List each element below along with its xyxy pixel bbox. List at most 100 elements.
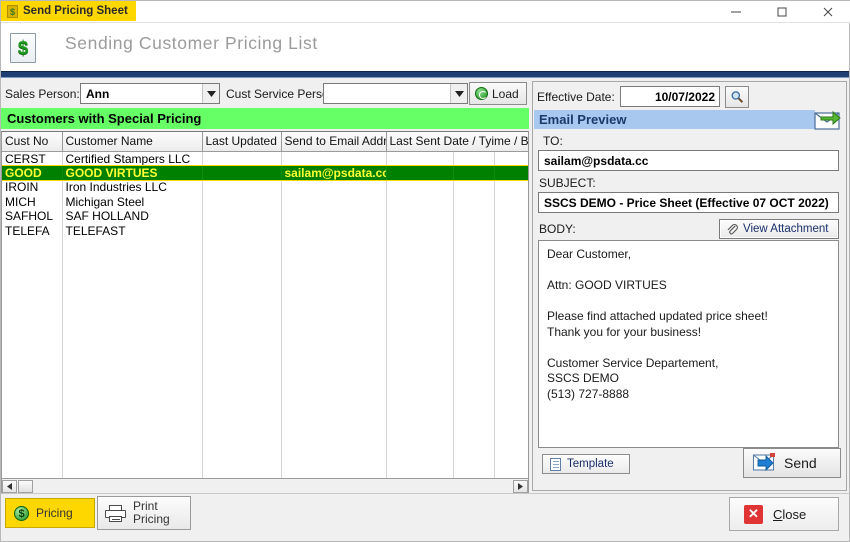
table-cell-empty	[453, 441, 495, 456]
table-cell-empty	[453, 354, 495, 369]
table-cell-empty	[202, 252, 282, 267]
refresh-icon	[475, 87, 488, 100]
table-row-empty	[2, 310, 528, 325]
table-cell-empty	[453, 368, 495, 383]
table-cell-empty	[281, 412, 387, 427]
print-pricing-button[interactable]: Print Pricing	[97, 496, 191, 530]
scroll-right-button[interactable]	[513, 479, 528, 493]
table-cell-name: Certified Stampers LLC	[62, 151, 203, 166]
chevron-down-icon[interactable]	[202, 84, 219, 103]
close-button-label: Close	[773, 507, 806, 522]
column-header-last-updated[interactable]: Last Updated	[202, 132, 282, 152]
table-cell-empty	[386, 281, 454, 296]
effective-date-input[interactable]: 10/07/2022	[620, 86, 720, 107]
table-row[interactable]: GOOD GOOD VIRTUES sailam@psdata.cc	[2, 164, 528, 181]
chevron-down-icon[interactable]	[450, 84, 467, 103]
scrollbar-track[interactable]	[33, 480, 513, 493]
load-button[interactable]: Load	[469, 82, 527, 105]
close-label-rest: lose	[782, 506, 807, 522]
table-cell-email	[281, 223, 387, 238]
table-cell-empty	[453, 397, 495, 412]
table-cell-empty	[494, 354, 528, 369]
table-row[interactable]: TELEFA TELEFAST	[2, 223, 528, 238]
cust-service-person-select[interactable]	[323, 83, 468, 104]
table-row-empty	[2, 296, 528, 311]
table-cell-c7	[494, 209, 528, 224]
send-button[interactable]: Send	[743, 448, 841, 478]
sales-person-select[interactable]: Ann	[80, 83, 220, 104]
taskbar-tab-send-pricing-sheet[interactable]: $ Send Pricing Sheet	[1, 1, 136, 21]
table-cell-empty	[386, 310, 454, 325]
dollar-icon: $	[7, 4, 18, 18]
table-cell-last_updated	[202, 165, 282, 180]
column-header-cust-no[interactable]: Cust No	[2, 132, 63, 152]
table-row-empty	[2, 397, 528, 413]
table-cell-cust_no: MICH	[2, 194, 63, 209]
table-cell-c6	[453, 194, 495, 209]
page-title: Sending Customer Pricing List	[65, 33, 318, 53]
taskbar-tab-label: Send Pricing Sheet	[23, 5, 128, 17]
table-cell-empty	[281, 296, 387, 311]
subject-label: SUBJECT:	[539, 176, 596, 190]
table-row[interactable]: IROIN Iron Industries LLC	[2, 180, 528, 195]
document-icon	[550, 457, 561, 471]
close-button[interactable]: ✕ Close	[729, 497, 839, 531]
window-controls	[713, 1, 850, 23]
footer-bar: $ Pricing Print Pricing	[1, 493, 849, 541]
table-cell-empty	[453, 325, 495, 340]
table-cell-empty	[386, 470, 454, 478]
table-cell-last_sent	[386, 209, 454, 224]
table-cell-empty	[494, 267, 528, 282]
table-cell-empty	[281, 267, 387, 282]
page-header: $ Sending Customer Pricing List	[1, 23, 849, 71]
table-row-empty	[2, 354, 528, 369]
table-cell-empty	[386, 354, 454, 369]
effective-date-lookup-button[interactable]	[725, 86, 749, 108]
customers-grid[interactable]: Cust No Customer Name Last Updated Send …	[1, 131, 529, 479]
table-cell-empty	[453, 339, 495, 354]
scrollbar-thumb[interactable]	[18, 479, 33, 493]
table-cell-empty	[2, 252, 63, 267]
print-pricing-label: Print Pricing	[133, 500, 170, 526]
table-row-empty	[2, 470, 528, 478]
table-cell-empty	[202, 339, 282, 354]
email-body-textarea[interactable]: Dear Customer, Attn: GOOD VIRTUES Please…	[538, 240, 839, 448]
column-header-customer-name[interactable]: Customer Name	[62, 132, 203, 152]
view-attachment-button[interactable]: View Attachment	[719, 219, 839, 239]
table-row[interactable]: MICH Michigan Steel	[2, 194, 528, 209]
table-cell-c7	[494, 165, 528, 180]
customer-list-pane: Sales Person: Ann Cust Service Person: L…	[1, 81, 529, 494]
table-cell-last_updated	[202, 209, 282, 224]
scroll-left-button[interactable]	[2, 479, 17, 493]
table-cell-empty	[453, 238, 495, 253]
close-window-button[interactable]	[805, 1, 850, 23]
table-row[interactable]: CERST Certified Stampers LLC	[2, 151, 528, 166]
effective-date-label: Effective Date:	[537, 90, 615, 104]
table-cell-empty	[281, 325, 387, 340]
table-row[interactable]: SAFHOL SAF HOLLAND	[2, 209, 528, 224]
table-row-empty	[2, 426, 528, 441]
table-cell-empty	[453, 383, 495, 398]
table-row-empty	[2, 252, 528, 267]
table-cell-cust_no: CERST	[2, 151, 63, 166]
table-cell-empty	[62, 238, 203, 253]
table-cell-email	[281, 180, 387, 195]
table-cell-empty	[62, 383, 203, 398]
table-cell-empty	[494, 398, 528, 413]
to-input[interactable]: sailam@psdata.cc	[538, 150, 839, 171]
minimize-button[interactable]	[713, 1, 759, 23]
table-cell-empty	[2, 354, 63, 369]
grid-horizontal-scrollbar[interactable]	[1, 479, 529, 494]
table-cell-name: Iron Industries LLC	[62, 180, 203, 195]
column-header-last-sent[interactable]: Last Sent Date / Tyime / By	[386, 132, 528, 152]
column-header-send-to-email[interactable]: Send to Email Addre	[281, 132, 387, 152]
table-cell-empty	[386, 325, 454, 340]
table-cell-empty	[281, 441, 387, 456]
table-cell-cust_no: GOOD	[2, 165, 63, 180]
subject-input[interactable]: SSCS DEMO - Price Sheet (Effective 07 OC…	[538, 192, 839, 213]
table-cell-empty	[2, 281, 63, 296]
table-cell-name: SAF HOLLAND	[62, 209, 203, 224]
maximize-button[interactable]	[759, 1, 805, 23]
template-button[interactable]: Template	[542, 454, 630, 474]
pricing-tab-button[interactable]: $ Pricing	[5, 498, 95, 528]
